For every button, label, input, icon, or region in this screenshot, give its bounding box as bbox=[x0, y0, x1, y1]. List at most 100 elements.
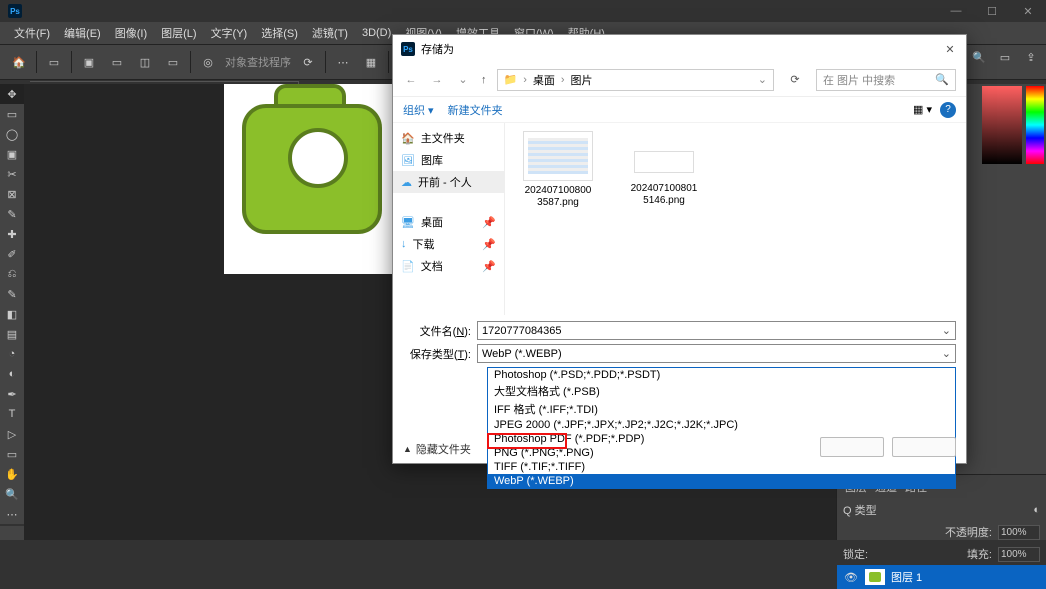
sidebar-item[interactable]: ☁开前 - 个人 bbox=[393, 171, 504, 193]
tool-preset-chip-icon[interactable]: ▭ bbox=[43, 51, 65, 73]
eraser-tool[interactable]: ◧ bbox=[0, 304, 24, 324]
filename-input[interactable]: 1720777084365 ⌄ bbox=[477, 321, 956, 340]
pin-icon[interactable]: 📌 bbox=[482, 216, 496, 229]
blur-tool[interactable]: ◔ bbox=[0, 344, 24, 364]
layer-icon[interactable]: ▣ bbox=[78, 51, 100, 73]
lasso-tool[interactable]: ◯ bbox=[0, 124, 24, 144]
tools-panel: ✥ ▭ ◯ ▣ ✂ ⊠ ✎ ✚ ✐ ⎌ ✎ ◧ ▤ ◔ ◐ ✒ T ▷ ▭ ✋ … bbox=[0, 84, 24, 524]
type-tool[interactable]: T bbox=[0, 404, 24, 424]
view-mode-button[interactable]: ▦ ▾ bbox=[913, 103, 932, 116]
crop-tool[interactable]: ✂ bbox=[0, 164, 24, 184]
cancel-button[interactable] bbox=[892, 437, 956, 457]
filetype-option[interactable]: JPEG 2000 (*.JPF;*.JPX;*.JP2;*.J2C;*.J2K… bbox=[488, 418, 955, 432]
sidebar-item[interactable]: ↓下载📌 bbox=[393, 233, 504, 255]
sidebar-item[interactable]: 🏠主文件夹 bbox=[393, 127, 504, 149]
minimize-button[interactable]: — bbox=[938, 0, 974, 22]
home-icon[interactable]: 🏠 bbox=[8, 51, 30, 73]
share-icon[interactable]: ⇪ bbox=[1020, 46, 1042, 68]
target-icon[interactable]: ◎ bbox=[197, 51, 219, 73]
path-select-tool[interactable]: ▷ bbox=[0, 424, 24, 444]
mask2-icon[interactable]: ▭ bbox=[162, 51, 184, 73]
filetype-option[interactable]: Photoshop (*.PSD;*.PDD;*.PSDT) bbox=[488, 368, 955, 382]
sidebar-item[interactable]: 🖼图库 bbox=[393, 149, 504, 171]
sidebar-item[interactable]: 🖥桌面📌 bbox=[393, 211, 504, 233]
search-input[interactable]: 在 图片 中搜索 🔍 bbox=[816, 69, 956, 91]
search-icon[interactable]: 🔍 bbox=[968, 46, 990, 68]
dots-icon[interactable]: ⋯ bbox=[332, 51, 354, 73]
pen-tool[interactable]: ✒ bbox=[0, 384, 24, 404]
object-select-tool[interactable]: ▣ bbox=[0, 144, 24, 164]
close-button[interactable]: ✕ bbox=[1010, 0, 1046, 22]
file-grid[interactable]: 2024071008003587.png 2024071008015146.png bbox=[505, 123, 966, 315]
workspace-icon[interactable]: ▭ bbox=[994, 46, 1016, 68]
help-button[interactable]: ? bbox=[940, 102, 956, 118]
overlay-icon[interactable]: ▦ bbox=[360, 51, 382, 73]
new-folder-button[interactable]: 新建文件夹 bbox=[448, 102, 503, 118]
file-item[interactable]: 2024071008003587.png bbox=[515, 131, 601, 209]
maximize-button[interactable]: ☐ bbox=[974, 0, 1010, 22]
refresh-icon[interactable]: ⟳ bbox=[297, 51, 319, 73]
find-label: 对象查找程序 bbox=[225, 54, 291, 70]
mask-icon[interactable]: ◫ bbox=[134, 51, 156, 73]
visibility-icon[interactable]: 👁 bbox=[843, 571, 859, 584]
hand-tool[interactable]: ✋ bbox=[0, 464, 24, 484]
nav-back-button[interactable]: ← bbox=[403, 74, 419, 86]
save-type-label: 保存类型(T): bbox=[403, 346, 477, 362]
zoom-tool[interactable]: 🔍 bbox=[0, 484, 24, 504]
search-placeholder: 在 图片 中搜索 bbox=[823, 72, 895, 88]
save-button[interactable] bbox=[820, 437, 884, 457]
nav-forward-button[interactable]: → bbox=[429, 74, 445, 86]
menu-item[interactable]: 图像(I) bbox=[109, 23, 153, 43]
dialog-toolbar: 组织 ▾ 新建文件夹 ▦ ▾ ? bbox=[393, 97, 966, 123]
toolbar-collapse[interactable] bbox=[0, 526, 24, 540]
filetype-option[interactable]: TIFF (*.TIF;*.TIFF) bbox=[488, 460, 955, 474]
layer-row[interactable]: 👁 图层 1 bbox=[837, 565, 1046, 589]
pin-icon[interactable]: 📌 bbox=[482, 238, 496, 251]
shape-tool[interactable]: ▭ bbox=[0, 444, 24, 464]
hide-folders-toggle[interactable]: ▲ 隐藏文件夹 bbox=[403, 441, 471, 457]
frame-tool[interactable]: ⊠ bbox=[0, 184, 24, 204]
menu-item[interactable]: 文件(F) bbox=[8, 23, 56, 43]
sidebar-item[interactable]: 📄文档📌 bbox=[393, 255, 504, 277]
dodge-tool[interactable]: ◐ bbox=[0, 364, 24, 384]
hue-slider[interactable] bbox=[1026, 86, 1044, 164]
nav-up-button[interactable]: ↑ bbox=[481, 74, 487, 86]
breadcrumb-dropdown-icon[interactable]: ⌄ bbox=[758, 73, 767, 86]
menu-item[interactable]: 文字(Y) bbox=[205, 23, 254, 43]
heal-tool[interactable]: ✚ bbox=[0, 224, 24, 244]
filename-dropdown-icon[interactable]: ⌄ bbox=[942, 324, 951, 337]
breadcrumb[interactable]: 📁 › 桌面 › 图片 ⌄ bbox=[497, 69, 775, 91]
fill-field[interactable] bbox=[998, 547, 1040, 562]
file-item[interactable]: 2024071008015146.png bbox=[621, 131, 707, 207]
save-type-dropdown-icon[interactable]: ⌄ bbox=[942, 347, 951, 360]
document-canvas[interactable] bbox=[224, 84, 399, 274]
save-type-combobox[interactable]: WebP (*.WEBP) ⌄ bbox=[477, 344, 956, 363]
dialog-close-button[interactable]: ✕ bbox=[940, 39, 960, 59]
crumb-0[interactable]: 桌面 bbox=[533, 72, 555, 88]
nav-recent-button[interactable]: ⌄ bbox=[455, 73, 471, 86]
group-icon[interactable]: ▭ bbox=[106, 51, 128, 73]
organize-button[interactable]: 组织 ▾ bbox=[403, 102, 434, 118]
menu-item[interactable]: 滤镜(T) bbox=[306, 23, 354, 43]
stamp-tool[interactable]: ⎌ bbox=[0, 264, 24, 284]
filetype-option[interactable]: 大型文档格式 (*.PSB) bbox=[488, 382, 955, 400]
kind-menu-icon[interactable]: ◐ bbox=[1033, 504, 1040, 516]
brush-tool[interactable]: ✐ bbox=[0, 244, 24, 264]
refresh-button[interactable]: ⟳ bbox=[784, 73, 806, 86]
menu-item[interactable]: 选择(S) bbox=[255, 23, 304, 43]
pin-icon[interactable]: 📌 bbox=[482, 260, 496, 273]
gradient-tool[interactable]: ▤ bbox=[0, 324, 24, 344]
move-tool[interactable]: ✥ bbox=[0, 84, 24, 104]
dialog-titlebar: Ps 存储为 ✕ bbox=[393, 35, 966, 63]
crumb-1[interactable]: 图片 bbox=[571, 72, 593, 88]
marquee-tool[interactable]: ▭ bbox=[0, 104, 24, 124]
history-brush-tool[interactable]: ✎ bbox=[0, 284, 24, 304]
menu-item[interactable]: 图层(L) bbox=[155, 23, 202, 43]
eyedropper-tool[interactable]: ✎ bbox=[0, 204, 24, 224]
color-field[interactable] bbox=[982, 86, 1022, 164]
menu-item[interactable]: 编辑(E) bbox=[58, 23, 107, 43]
opacity-field[interactable] bbox=[998, 525, 1040, 540]
filetype-option[interactable]: IFF 格式 (*.IFF;*.TDI) bbox=[488, 400, 955, 418]
filetype-option[interactable]: WebP (*.WEBP) bbox=[488, 474, 955, 488]
edit-toolbar[interactable]: ⋯ bbox=[0, 504, 24, 524]
